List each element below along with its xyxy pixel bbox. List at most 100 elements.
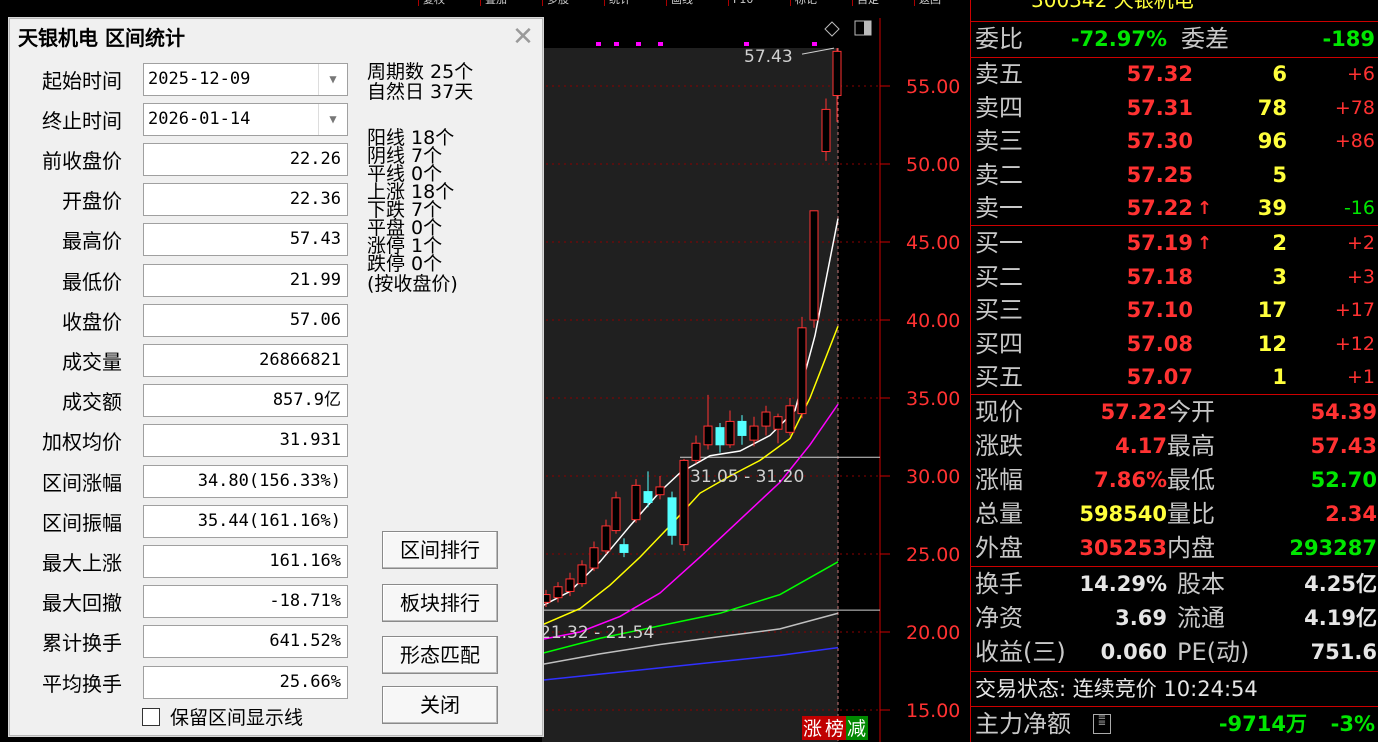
toolbar-tab[interactable]: 自定	[852, 0, 913, 6]
level-volume: 1	[1272, 365, 1287, 390]
stat-value: 57.22	[1100, 400, 1167, 424]
level-volume: 6	[1272, 62, 1287, 86]
field-label: 成交量	[62, 350, 122, 374]
ask-row[interactable]: 卖二 57.25 5	[971, 159, 1378, 192]
field-value[interactable]: 57.06	[143, 303, 348, 337]
toolbar-tab[interactable]: 返回	[914, 0, 975, 6]
toolbar-tab[interactable]: 画线	[666, 0, 727, 6]
toolbar-tab[interactable]: F10	[728, 0, 789, 6]
stat-label: 总量	[975, 500, 1023, 528]
field-label: 最大上涨	[42, 551, 122, 575]
price-axis-label: 15.00	[906, 700, 960, 722]
field-label: 区间涨幅	[42, 470, 122, 495]
field-value[interactable]: 35.44(161.16%)	[143, 504, 348, 538]
stat-value: 4.25亿	[1304, 572, 1377, 596]
candle-body	[832, 50, 842, 97]
weicha-value: -189	[1322, 27, 1375, 51]
toolbar-tab[interactable]: 统计	[604, 0, 665, 6]
level-change: +17	[1334, 299, 1375, 322]
panel-toggle-icon-fill	[864, 21, 871, 35]
field-value[interactable]: 641.52%	[143, 625, 348, 659]
pattern-match-button[interactable]: 形态匹配	[382, 636, 498, 674]
checkbox-icon[interactable]	[142, 708, 160, 726]
stat-value: 2.34	[1325, 502, 1377, 526]
stat-label: 内盘	[1167, 534, 1215, 562]
close-button[interactable]: 关闭	[382, 686, 498, 724]
close-icon[interactable]: ✕	[510, 24, 536, 51]
signal-dot	[812, 42, 817, 46]
field-value[interactable]: 25.66%	[143, 665, 348, 699]
divider	[971, 394, 1378, 395]
bottom-tag: 减	[847, 718, 866, 740]
stat-label: 收益(三)	[975, 638, 1066, 666]
field-label: 开盘价	[62, 189, 122, 214]
toolbar-tab[interactable]: 标记	[790, 0, 851, 6]
field-label: 区间振幅	[42, 510, 122, 535]
dialog-titlebar[interactable]: 天银机电 区间统计 ✕	[10, 19, 542, 57]
field-value[interactable]: 857.9亿	[143, 384, 348, 418]
candle-body	[541, 594, 551, 603]
ask-row[interactable]: 卖四 57.31 78 +78	[971, 92, 1378, 125]
field-label: 最低价	[62, 269, 122, 294]
level-volume: 96	[1257, 129, 1287, 154]
kline-chart[interactable]: 55.00 50.00 45.00 40.00 35.00 30.00 25.00 20.00…	[540, 18, 970, 742]
field-label: 最高价	[62, 229, 122, 254]
toolbar-tab[interactable]: 复权	[418, 0, 479, 6]
level-volume: 12	[1257, 331, 1287, 356]
main-force-row[interactable]: 主力净额 ≡ ≡ -9714万 -3%	[971, 708, 1378, 741]
field-label: 累计换手	[42, 631, 122, 656]
bid-row[interactable]: 买五 57.07 1 +1	[971, 361, 1378, 394]
kline-svg[interactable]: 55.00 50.00 45.00 40.00 35.00 30.00 25.00 20.00…	[540, 18, 970, 742]
end-time-picker[interactable]: 2026-01-14 ▼	[143, 103, 348, 136]
sector-ranking-button[interactable]: 板块排行	[382, 584, 498, 622]
stat-row: 外盘 305253 内盘 293287	[971, 532, 1378, 565]
candle-body	[631, 484, 641, 521]
ask-row[interactable]: 卖五 57.32 6 +6	[971, 58, 1378, 91]
bid-row[interactable]: 买三 57.10 17 +17	[971, 294, 1378, 327]
stat-label: 涨跌	[975, 432, 1023, 460]
stat-label: 换手	[975, 570, 1023, 598]
divider	[971, 671, 1378, 672]
candle-body	[785, 405, 795, 433]
candle-body	[809, 210, 819, 321]
level-volume: 17	[1257, 298, 1287, 323]
level-label: 买二	[975, 262, 1023, 291]
keep-range-checkbox[interactable]: 保留区间显示线	[142, 703, 303, 730]
field-value[interactable]: -18.71%	[143, 585, 348, 619]
toolbar-tab[interactable]: 多股	[542, 0, 603, 6]
bid-row[interactable]: 买二 57.18 3 +3	[971, 261, 1378, 294]
end-time-value: 2026-01-14	[148, 109, 251, 129]
chevron-down-icon[interactable]: ▼	[318, 64, 347, 95]
list-icon[interactable]: ≡ ≡	[1093, 713, 1111, 734]
chevron-down-icon[interactable]: ▼	[318, 104, 347, 135]
signal-dot	[614, 42, 619, 46]
field-value[interactable]: 31.931	[143, 424, 348, 458]
weibi-value: -72.97%	[1070, 27, 1167, 51]
price-axis-label: 30.00	[906, 466, 960, 488]
field-value[interactable]: 22.36	[143, 183, 348, 217]
range-ranking-button[interactable]: 区间排行	[382, 531, 498, 569]
level-price: 57.22	[1126, 196, 1193, 221]
field-value[interactable]: 26866821	[143, 344, 348, 377]
range-stats-dialog: 天银机电 区间统计 ✕ 起始时间 2025-12-09 ▼ 终止时间 2026-…	[9, 18, 543, 736]
stat-value: 52.70	[1310, 468, 1377, 492]
arrow-up-icon: ↑	[1197, 198, 1213, 220]
field-label: 平均换手	[42, 671, 122, 696]
field-value[interactable]: 57.43	[143, 223, 348, 257]
field-value[interactable]: 22.26	[143, 143, 348, 176]
start-time-picker[interactable]: 2025-12-09 ▼	[143, 63, 348, 96]
main-force-value: -9714万	[1218, 712, 1307, 736]
field-value[interactable]: 34.80(156.33%)	[143, 464, 348, 498]
price-axis-label: 40.00	[906, 310, 960, 332]
range-high-label: 31.05 - 31.20	[690, 467, 804, 487]
bid-row[interactable]: 买一 57.19 ↑ 2 +2	[971, 227, 1378, 260]
ask-row[interactable]: 卖一 57.22 ↑ 39 -16	[971, 192, 1378, 225]
toolbar-tab[interactable]: 叠加	[480, 0, 541, 6]
end-time-label: 终止时间	[42, 109, 122, 133]
bid-row[interactable]: 买四 57.08 12 +12	[971, 328, 1378, 361]
field-value[interactable]: 21.99	[143, 263, 348, 297]
ask-row[interactable]: 卖三 57.30 96 +86	[971, 125, 1378, 158]
field-value[interactable]: 161.16%	[143, 545, 348, 578]
summary-line: (按收盘价)	[367, 273, 458, 295]
dialog-title: 天银机电 区间统计	[18, 26, 185, 50]
